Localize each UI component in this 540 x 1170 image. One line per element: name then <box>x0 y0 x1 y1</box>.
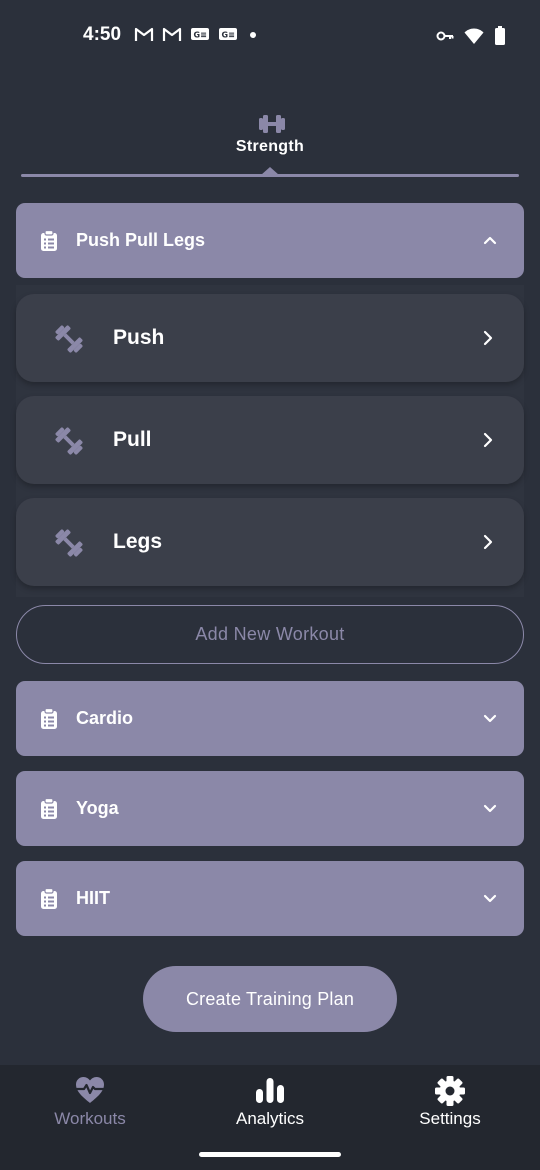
dumbbell-icon <box>55 325 83 353</box>
plan-label: Yoga <box>76 798 119 818</box>
chevron-right-icon <box>483 534 493 550</box>
tab-indicator <box>21 174 519 177</box>
nav-item-analytics[interactable]: Analytics <box>180 1065 360 1145</box>
app-screen: 4:50 G≡ G≡ Strength Push Pull Legs Push … <box>0 0 540 1170</box>
home-indicator[interactable] <box>199 1152 341 1157</box>
gear-icon <box>435 1076 465 1106</box>
add-new-workout-button[interactable]: Add New Workout <box>16 605 524 664</box>
bar-chart-icon <box>256 1078 284 1103</box>
plan-header-push-pull-legs[interactable]: Push Pull Legs <box>16 203 524 278</box>
svg-text:G≡: G≡ <box>194 31 207 40</box>
news-icon: G≡ <box>191 28 209 40</box>
nav-item-workouts[interactable]: Workouts <box>0 1065 180 1145</box>
chevron-right-icon <box>483 330 493 346</box>
chevron-right-icon <box>483 432 493 448</box>
clipboard-list-icon <box>41 708 57 729</box>
gmail-icon <box>134 27 154 41</box>
clipboard-list-icon <box>41 798 57 819</box>
status-bar: 4:50 G≡ G≡ <box>0 0 540 70</box>
nav-label: Analytics <box>235 1109 305 1128</box>
tab-strength[interactable]: Strength <box>0 108 540 168</box>
svg-text:G≡: G≡ <box>222 31 235 40</box>
system-icons <box>436 26 506 46</box>
workout-label: Push <box>113 326 165 349</box>
plan-label: Cardio <box>76 708 134 728</box>
workout-card-pull[interactable]: Pull <box>16 396 524 484</box>
wifi-icon <box>464 28 484 44</box>
plan-header-hiit[interactable]: HIIT <box>16 861 524 936</box>
dumbbell-icon <box>259 115 285 133</box>
nav-label: Workouts <box>54 1109 126 1128</box>
battery-icon <box>495 26 505 45</box>
tab-label: Strength <box>235 138 305 155</box>
chevron-up-icon[interactable] <box>482 233 498 247</box>
workout-card-push[interactable]: Push <box>16 294 524 382</box>
status-time: 4:50 <box>83 24 122 45</box>
vpn-key-icon <box>436 31 454 41</box>
nav-label: Settings <box>419 1109 481 1128</box>
clipboard-list-icon <box>41 230 57 251</box>
workout-card-legs[interactable]: Legs <box>16 498 524 586</box>
nav-item-settings[interactable]: Settings <box>360 1065 540 1145</box>
create-training-plan-button[interactable]: Create Training Plan <box>143 966 397 1032</box>
gmail-icon <box>162 27 182 41</box>
notification-icons: G≡ G≡ <box>134 26 260 42</box>
chevron-down-icon[interactable] <box>482 711 498 725</box>
workout-label: Legs <box>113 530 163 553</box>
dumbbell-icon <box>55 529 83 557</box>
chevron-down-icon[interactable] <box>482 801 498 815</box>
news-icon: G≡ <box>219 28 237 40</box>
plan-label: HIIT <box>76 888 110 908</box>
dot-icon <box>250 32 256 38</box>
workout-label: Pull <box>113 428 152 451</box>
chevron-down-icon[interactable] <box>482 891 498 905</box>
dumbbell-icon <box>55 427 83 455</box>
heart-pulse-icon <box>75 1077 105 1103</box>
plan-header-cardio[interactable]: Cardio <box>16 681 524 756</box>
plan-header-yoga[interactable]: Yoga <box>16 771 524 846</box>
plan-label: Push Pull Legs <box>76 230 206 250</box>
clipboard-list-icon <box>41 888 57 909</box>
